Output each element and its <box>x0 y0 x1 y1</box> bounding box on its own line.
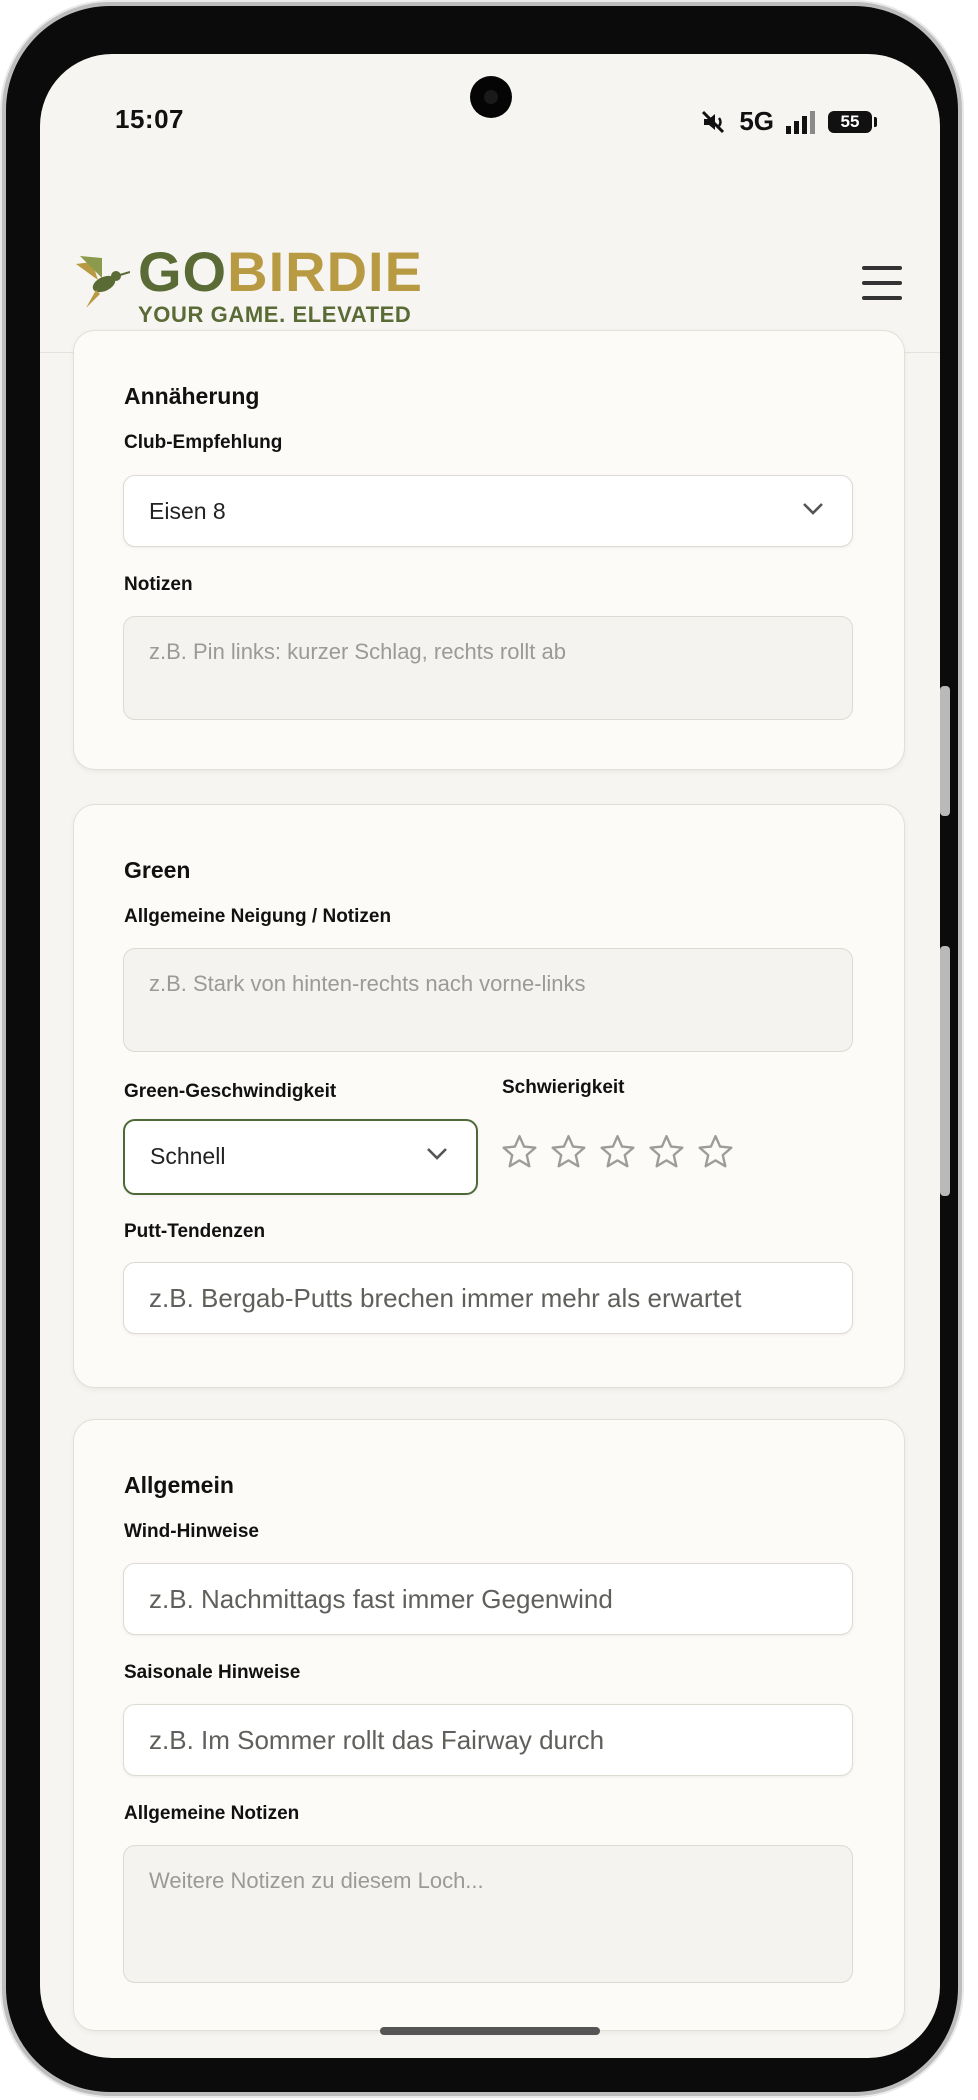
approach-notes-textarea[interactable]: z.B. Pin links: kurzer Schlag, rechts ro… <box>123 616 853 720</box>
general-notes-textarea[interactable]: Weitere Notizen zu diesem Loch... <box>123 1845 853 1983</box>
season-placeholder: z.B. Im Sommer rollt das Fairway durch <box>149 1725 605 1755</box>
speed-label: Green-Geschwindigkeit <box>124 1081 337 1102</box>
putt-input[interactable]: z.B. Bergab-Putts brechen immer mehr als… <box>123 1262 853 1334</box>
status-icons: 5G 55 <box>701 106 877 137</box>
hummingbird-logo-icon <box>72 250 131 315</box>
putt-label: Putt-Tendenzen <box>124 1221 266 1242</box>
hamburger-menu-icon[interactable] <box>862 266 902 300</box>
app-header: GOBIRDIE YOUR GAME. ELEVATED <box>40 174 940 353</box>
star-icon[interactable] <box>549 1133 588 1176</box>
brand-logo[interactable]: GOBIRDIE YOUR GAME. ELEVATED <box>138 244 423 328</box>
green-card: Green Allgemeine Neigung / Notizen z.B. … <box>73 804 905 1388</box>
approach-notes-label: Notizen <box>124 574 193 595</box>
general-notes-placeholder: Weitere Notizen zu diesem Loch... <box>149 1868 484 1893</box>
chevron-down-icon <box>426 1147 448 1166</box>
brand-name: GOBIRDIE <box>138 244 423 300</box>
brand-go: GO <box>138 240 228 303</box>
status-time: 15:07 <box>115 104 184 134</box>
volume-button <box>940 946 950 1196</box>
club-value: Eisen 8 <box>149 498 226 524</box>
brand-tagline: YOUR GAME. ELEVATED <box>138 302 412 327</box>
general-card: Allgemein Wind-Hinweise z.B. Nachmittags… <box>73 1419 905 2031</box>
network-type: 5G <box>739 106 774 136</box>
green-title: Green <box>124 857 191 883</box>
brand-birdie: BIRDIE <box>227 240 423 303</box>
battery-icon: 55 <box>828 110 877 133</box>
approach-card: Annäherung Club-Empfehlung Eisen 8 Notiz… <box>73 330 905 770</box>
slope-placeholder: z.B. Stark von hinten-rechts nach vorne-… <box>149 971 586 996</box>
season-input[interactable]: z.B. Im Sommer rollt das Fairway durch <box>123 1704 853 1776</box>
season-label: Saisonale Hinweise <box>124 1662 301 1683</box>
difficulty-rating <box>500 1133 735 1176</box>
power-button <box>940 686 950 816</box>
mute-icon <box>701 110 727 134</box>
screen: 15:07 5G 55 GOBIRDIE YOUR GAME. ELEVATED… <box>40 54 940 2058</box>
signal-icon <box>786 110 816 134</box>
speed-select[interactable]: Schnell <box>123 1119 478 1195</box>
front-camera <box>470 76 512 118</box>
star-icon[interactable] <box>696 1133 735 1176</box>
phone-frame: 15:07 5G 55 GOBIRDIE YOUR GAME. ELEVATED… <box>6 6 958 2092</box>
speed-value: Schnell <box>150 1143 226 1169</box>
general-title: Allgemein <box>124 1472 234 1498</box>
putt-placeholder: z.B. Bergab-Putts brechen immer mehr als… <box>149 1283 742 1313</box>
approach-notes-placeholder: z.B. Pin links: kurzer Schlag, rechts ro… <box>149 639 566 664</box>
slope-label: Allgemeine Neigung / Notizen <box>124 906 392 927</box>
home-indicator[interactable] <box>380 2027 600 2035</box>
approach-title: Annäherung <box>124 383 260 409</box>
difficulty-label: Schwierigkeit <box>502 1077 625 1098</box>
wind-placeholder: z.B. Nachmittags fast immer Gegenwind <box>149 1584 613 1614</box>
club-select[interactable]: Eisen 8 <box>123 475 853 547</box>
chevron-down-icon <box>802 502 824 521</box>
status-bar: 15:07 5G 55 <box>40 54 940 174</box>
star-icon[interactable] <box>647 1133 686 1176</box>
wind-label: Wind-Hinweise <box>124 1521 259 1542</box>
star-icon[interactable] <box>598 1133 637 1176</box>
slope-textarea[interactable]: z.B. Stark von hinten-rechts nach vorne-… <box>123 948 853 1052</box>
general-notes-label: Allgemeine Notizen <box>124 1803 300 1824</box>
wind-input[interactable]: z.B. Nachmittags fast immer Gegenwind <box>123 1563 853 1635</box>
club-label: Club-Empfehlung <box>124 432 283 453</box>
star-icon[interactable] <box>500 1133 539 1176</box>
